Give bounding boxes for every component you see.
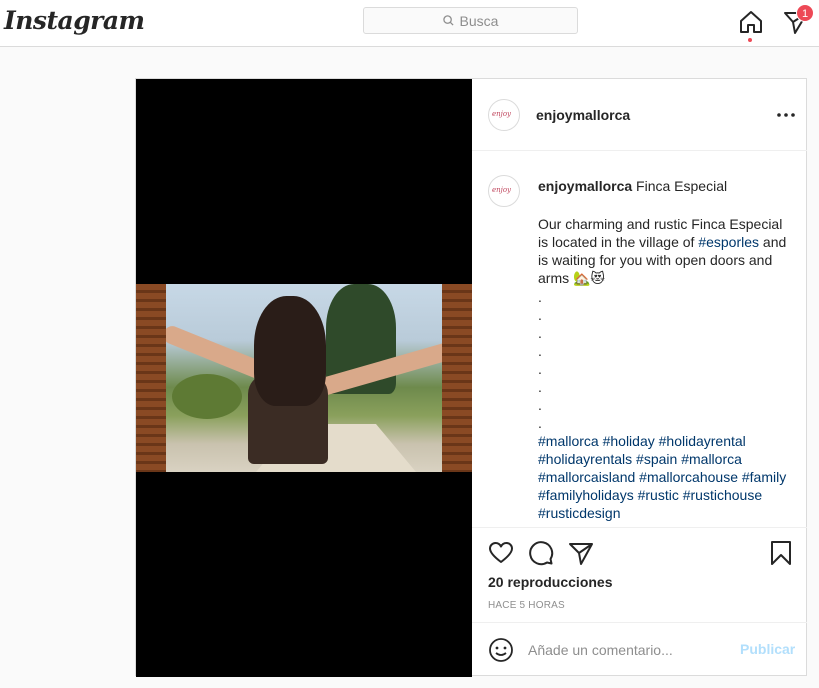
search-placeholder: Busca [459,12,499,29]
home-icon[interactable] [737,8,765,36]
post-video[interactable] [136,79,472,677]
search-icon [442,15,454,26]
caption-emoji: 🏡😻 [573,271,606,287]
heart-icon[interactable] [488,540,514,566]
caption-area: enjoy enjoymallorca Finca Especial Our c… [472,151,807,527]
post-header: enjoy enjoymallorca [472,79,807,151]
home-active-dot [748,38,752,42]
post-actions: 20 reproducciones HACE 5 HORAS Publicar [472,527,807,675]
caption-hashtags[interactable]: #mallorca #holiday #holidayrental #holid… [538,432,788,522]
caption-body: Our charming and rustic Finca Especial i… [538,215,788,522]
top-navbar: Instagram Busca 1 [0,0,819,47]
caption-avatar[interactable]: enjoy [488,175,520,207]
caption-header: enjoymallorca Finca Especial [538,177,788,195]
caption-username[interactable]: enjoymallorca [538,178,632,194]
comment-bar: Publicar [472,622,807,676]
bookmark-icon[interactable] [768,540,794,566]
post-sidebar: enjoy enjoymallorca enjoy enjoymallorca … [472,79,807,675]
comment-icon[interactable] [528,540,554,566]
comment-input[interactable] [528,635,728,665]
publish-button[interactable]: Publicar [740,641,795,657]
more-options-icon[interactable] [774,103,798,127]
hashtag-esporles[interactable]: #esporles [698,234,759,250]
post-card: enjoy enjoymallorca enjoy enjoymallorca … [135,78,807,677]
avatar[interactable]: enjoy [488,99,520,131]
instagram-logo[interactable]: Instagram [4,6,145,35]
notification-badge: 1 [796,4,814,22]
caption-title: Finca Especial [636,178,728,194]
caption-dots: . . . . . . . . [538,289,542,431]
views-count[interactable]: 20 reproducciones [488,574,613,590]
post-timestamp[interactable]: HACE 5 HORAS [488,600,565,611]
post-username[interactable]: enjoymallorca [536,107,630,123]
search-box[interactable]: Busca [363,7,578,34]
emoji-icon[interactable] [488,637,514,663]
video-frame-woman-opening-shutters [136,284,472,472]
share-icon[interactable] [568,540,594,566]
